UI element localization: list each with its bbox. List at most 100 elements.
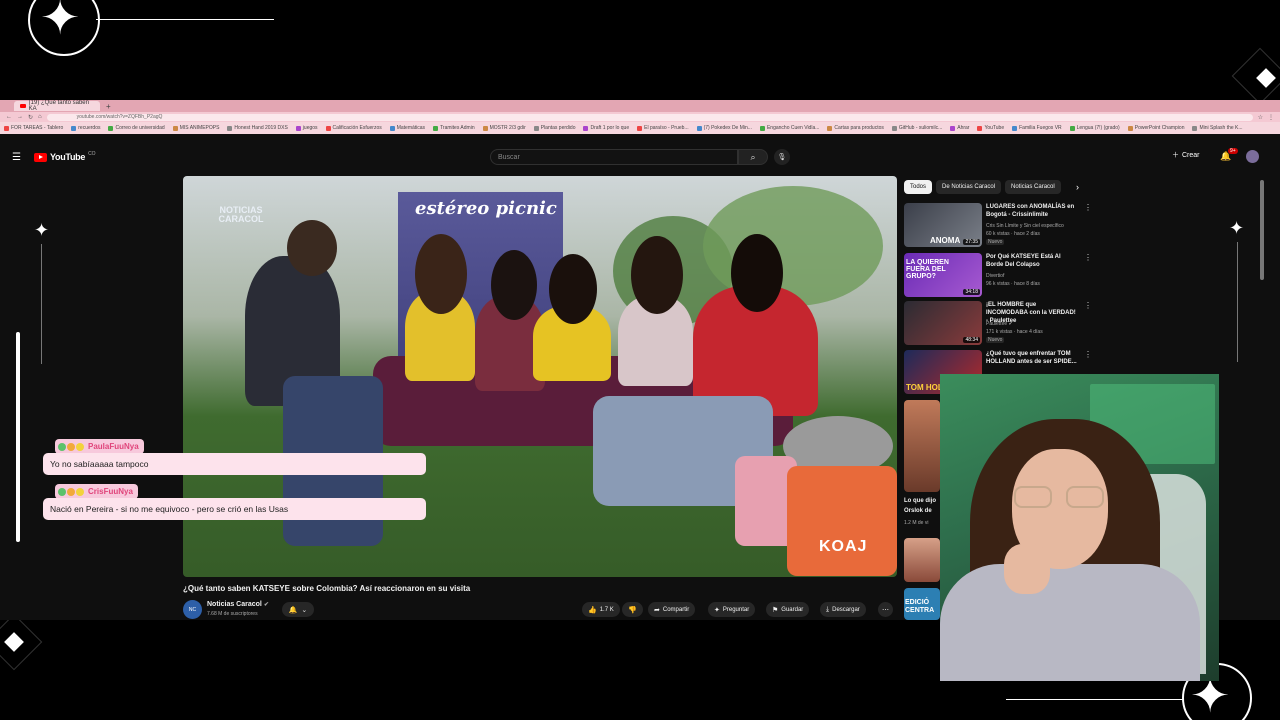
reload-icon[interactable]: ↻ xyxy=(28,114,33,121)
subscription-bell-button[interactable]: 🔔 ⌄ xyxy=(282,602,314,617)
bookmark-item[interactable]: Honest Hand 2019 DXS xyxy=(227,125,288,131)
bookmark-item[interactable]: GitHub - xuliomilc... xyxy=(891,125,942,131)
bookmark-favicon-icon xyxy=(389,125,395,131)
bookmark-favicon-icon xyxy=(71,125,77,131)
recommendation-menu-icon[interactable]: ⋮ xyxy=(1084,301,1092,310)
bookmark-item[interactable]: Draft 1 por lo que xyxy=(583,125,629,131)
new-badge: Nuevo xyxy=(986,337,1005,343)
bookmark-label: Honest Hand 2019 DXS xyxy=(234,125,288,131)
bookmark-favicon-icon xyxy=(482,125,488,131)
dislike-button[interactable]: 👎 xyxy=(622,602,643,617)
chip-from-channel[interactable]: De Noticias Caracol xyxy=(936,180,1002,194)
bookmark-favicon-icon xyxy=(295,125,301,131)
page-scrollbar[interactable] xyxy=(1260,180,1264,280)
share-button[interactable]: ➦ Compartir xyxy=(648,602,696,617)
create-button[interactable]: ＋ Crear xyxy=(1172,150,1200,160)
bookmark-item[interactable]: Lengua (7!) (grado) xyxy=(1069,125,1120,131)
bookmark-item[interactable]: FOR TAREAS - Tablero xyxy=(4,125,63,131)
recommendation-channel: Cris Sin Límite y Sin ciel específico xyxy=(986,223,1064,229)
recommendation-item[interactable]: 48:34 ¡EL HOMBRE que INCOMODABA con la V… xyxy=(904,301,1092,345)
bookmark-item[interactable]: Ahrar xyxy=(950,125,969,131)
noticias-caracol-watermark: NOTICIAS CARACOL xyxy=(218,205,264,224)
bookmark-star-icon[interactable]: ☆ xyxy=(1258,114,1263,121)
ask-button[interactable]: ✦ Preguntar xyxy=(708,602,756,617)
recommendation-menu-icon[interactable]: ⋮ xyxy=(1084,203,1092,212)
search-icon[interactable]: ⌕ xyxy=(738,149,768,165)
create-label: Crear xyxy=(1182,151,1200,159)
bookmark-item[interactable]: El paraíso - Prueb... xyxy=(637,125,689,131)
streamer-hand xyxy=(1004,544,1050,594)
bookmark-item[interactable]: (7) Pokedex De Min... xyxy=(696,125,752,131)
recommendation-menu-icon[interactable]: ⋮ xyxy=(1084,253,1092,262)
new-tab-icon[interactable]: + xyxy=(106,102,111,111)
browser-menu-icon[interactable]: ⋮ xyxy=(1268,114,1274,121)
url-field[interactable]: youtube.com/watch?v=ZQFBh_P2agQ xyxy=(46,113,1253,121)
bookmark-item[interactable]: Cartas para productos xyxy=(827,125,884,131)
bookmark-item[interactable]: YouTube xyxy=(977,125,1004,131)
bookmark-item[interactable]: Tramites Admin xyxy=(433,125,475,131)
download-button[interactable]: ⤓ Descargar xyxy=(820,602,866,617)
member-2-head xyxy=(491,250,537,320)
bookmark-label: Familia Fuegos VR xyxy=(1019,125,1062,131)
bookmark-item[interactable]: Matemáticas xyxy=(389,125,425,131)
bookmark-item[interactable]: Mini Splash the K... xyxy=(1192,125,1243,131)
microphone-icon[interactable]: 🎙 xyxy=(774,149,790,165)
recommendation-meta: 96 k vistas · hace 8 días xyxy=(986,281,1040,287)
bookmark-item[interactable]: PowerPoint Champion xyxy=(1127,125,1184,131)
bookmark-item[interactable]: Familia Fuegos VR xyxy=(1012,125,1062,131)
chip-all[interactable]: Todos xyxy=(904,180,933,194)
recommendation-menu-icon[interactable]: ⋮ xyxy=(1084,350,1092,359)
download-label: Descargar xyxy=(832,606,860,613)
bookmark-item[interactable]: juegos xyxy=(295,125,318,131)
chevron-down-icon: ⌄ xyxy=(301,606,308,614)
save-bookmark-icon: ⚑ xyxy=(772,606,779,614)
thumbnail-text: LA QUIEREN FUERA DEL GRUPO? xyxy=(906,259,949,280)
bookmark-item[interactable]: Plantas perdido xyxy=(533,125,575,131)
bookmarks-bar: FOR TAREAS - Tablero recuerdos Correo de u… xyxy=(0,122,1280,134)
bookmark-item[interactable]: MIS ANIMEPOPS xyxy=(172,125,219,131)
recommendation-channel: Paulettee ✔ xyxy=(986,321,1013,327)
bookmark-favicon-icon xyxy=(325,125,331,131)
tab-title: (19) ¿Qué tanto saben KA xyxy=(28,100,89,112)
bookmark-favicon-icon xyxy=(108,125,114,131)
recommendation-thumbnail-partial[interactable] xyxy=(904,538,940,582)
chat-message: Yo no sabíaaaaa tampoco xyxy=(43,453,426,475)
suggestion-chips: Todos De Noticias Caracol Noticias Carac… xyxy=(904,180,1061,194)
bookmark-item[interactable]: Correo de universidad xyxy=(108,125,165,131)
menu-icon[interactable]: ☰ xyxy=(12,152,21,163)
chat-username: PaulaFuuNya xyxy=(88,442,139,451)
youtube-logo[interactable]: YouTube CO xyxy=(34,151,96,162)
recommendation-meta: 60 k vistas · hace 2 días xyxy=(986,231,1040,237)
badge-icon xyxy=(76,487,84,496)
recommendation-thumbnail-partial[interactable] xyxy=(904,400,940,492)
thumbs-up-icon: 👍 xyxy=(588,606,597,614)
left-bar xyxy=(16,332,20,542)
search-input[interactable]: Buscar xyxy=(490,149,738,165)
bookmark-item[interactable]: Calificación Esfuerzos xyxy=(325,125,382,131)
member-3-head xyxy=(549,254,597,324)
bookmark-item[interactable]: MOSTR 2/3 gdir xyxy=(482,125,526,131)
chevron-right-icon[interactable]: › xyxy=(1076,182,1079,192)
thumbs-down-icon: 👎 xyxy=(628,606,637,614)
home-icon[interactable]: ⌂ xyxy=(38,114,42,120)
like-button[interactable]: 👍 1.7 K xyxy=(582,602,620,617)
channel-name[interactable]: Noticias Caracol ✔ xyxy=(207,601,269,608)
recommendation-title: ¿Qué tuvo que enfrentar TOM HOLLAND ante… xyxy=(986,351,1077,365)
recommendation-thumbnail-partial[interactable]: EDICIÓ CENTRA xyxy=(904,588,940,620)
chip-related[interactable]: Noticias Caracol xyxy=(1005,180,1061,194)
account-avatar[interactable] xyxy=(1246,150,1259,163)
recommendation-item[interactable]: ANOMA 27:35 LUGARES con ANOMALÍAS en Bog… xyxy=(904,203,1092,247)
bookmark-label: MOSTR 2/3 gdir xyxy=(489,125,526,131)
more-actions-button[interactable]: ⋯ xyxy=(878,602,893,617)
bookmark-favicon-icon xyxy=(696,125,702,131)
recommendation-channel-partial: Orslok de xyxy=(904,508,932,514)
tab-youtube[interactable]: (19) ¿Qué tanto saben KA xyxy=(14,100,100,112)
bookmark-label: FOR TAREAS - Tablero xyxy=(11,125,64,131)
forward-icon[interactable]: → xyxy=(17,114,23,120)
bookmark-item[interactable]: Engancho Cuen Vidla... xyxy=(759,125,819,131)
bookmark-item[interactable]: recuerdos xyxy=(71,125,100,131)
channel-avatar[interactable]: NC xyxy=(183,600,202,619)
recommendation-item[interactable]: LA QUIEREN FUERA DEL GRUPO? 34:18 Por Qu… xyxy=(904,253,1092,297)
save-button[interactable]: ⚑ Guardar xyxy=(766,602,810,617)
back-icon[interactable]: ← xyxy=(6,114,12,120)
